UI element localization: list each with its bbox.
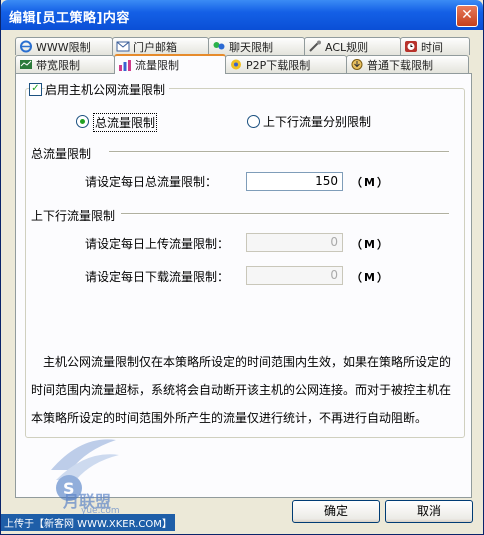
daily-total-unit: （M） [351, 176, 390, 189]
acl-icon [309, 40, 321, 52]
ok-button[interactable]: 确定 [292, 500, 380, 523]
tab-label: 带宽限制 [36, 58, 80, 72]
daily-download-input[interactable]: 0 [246, 266, 343, 285]
p2p-icon [231, 59, 241, 70]
tab-chat[interactable]: 聊天限制 [208, 37, 305, 55]
tab-www[interactable]: WWW限制 [15, 37, 113, 55]
tab-p2p[interactable]: P2P下载限制 [225, 55, 347, 73]
ie-icon [20, 40, 32, 53]
daily-upload-label: 请设定每日上传流量限制： [85, 237, 230, 251]
enable-label: 启用主机公网流量限制 [45, 81, 170, 98]
tab-bandwidth[interactable]: 带宽限制 [15, 55, 115, 73]
daily-total-label: 请设定每日总流量限制： [85, 175, 218, 189]
daily-download-label: 请设定每日下载流量限制： [85, 270, 230, 284]
tab-traffic[interactable]: 流量限制 [114, 54, 226, 74]
traffic-icon [119, 59, 131, 71]
tab-acl[interactable]: ACL规则 [304, 37, 401, 55]
window-title: 编辑[员工策略]内容 [9, 11, 130, 26]
tab-label: WWW限制 [36, 40, 91, 54]
title-bar[interactable]: 编辑[员工策略]内容 ✕ [1, 0, 483, 30]
tab-label: 流量限制 [135, 59, 179, 72]
close-button[interactable]: ✕ [456, 5, 478, 27]
clock-icon [405, 41, 417, 52]
updown-section-title: 上下行流量限制 [31, 209, 116, 223]
download-icon [351, 59, 363, 70]
dialog-window: 编辑[员工策略]内容 ✕ WWW限制 门户邮箱 聊天限制 ACL规则 时间 带宽… [0, 0, 484, 535]
tab-row-1: WWW限制 门户邮箱 聊天限制 ACL规则 时间 [15, 37, 470, 56]
tab-mail[interactable]: 门户邮箱 [112, 37, 209, 55]
enable-checkbox[interactable]: ✓ [29, 83, 42, 96]
radio-updown[interactable] [247, 115, 260, 128]
daily-upload-input[interactable]: 0 [246, 233, 343, 252]
upload-footer: 上传于【新客网 WWW.XKER.COM】 [1, 514, 175, 531]
tab-label: ACL规则 [325, 40, 369, 54]
daily-total-input[interactable]: 150 [246, 172, 343, 191]
description-text: 主机公网流量限制仅在本策略所设定的时间范围内生效，如果在策略所设定的时间范围内流… [31, 355, 452, 425]
radio-updown-label[interactable]: 上下行流量分别限制 [263, 113, 371, 130]
radio-total[interactable] [76, 115, 89, 128]
tab-row-2: 带宽限制 流量限制 P2P下载限制 普通下载限制 [15, 54, 469, 74]
radio-total-label[interactable]: 总流量限制 [93, 113, 158, 132]
cancel-button[interactable]: 取消 [385, 500, 473, 523]
mail-icon [116, 41, 130, 52]
tab-label: 聊天限制 [229, 40, 273, 54]
total-section-title: 总流量限制 [31, 147, 92, 161]
tab-label: P2P下载限制 [246, 58, 311, 72]
tab-label: 时间 [421, 40, 443, 54]
daily-upload-unit: （M） [351, 238, 390, 251]
daily-download-unit: （M） [351, 271, 390, 284]
tab-download[interactable]: 普通下载限制 [346, 55, 469, 73]
tab-time[interactable]: 时间 [400, 37, 470, 55]
total-section-divider [109, 151, 449, 153]
tab-label: 普通下载限制 [367, 58, 433, 72]
tab-label: 门户邮箱 [133, 40, 177, 54]
bandwidth-icon [20, 60, 32, 69]
chat-icon [213, 42, 225, 50]
updown-section-divider [121, 213, 449, 215]
